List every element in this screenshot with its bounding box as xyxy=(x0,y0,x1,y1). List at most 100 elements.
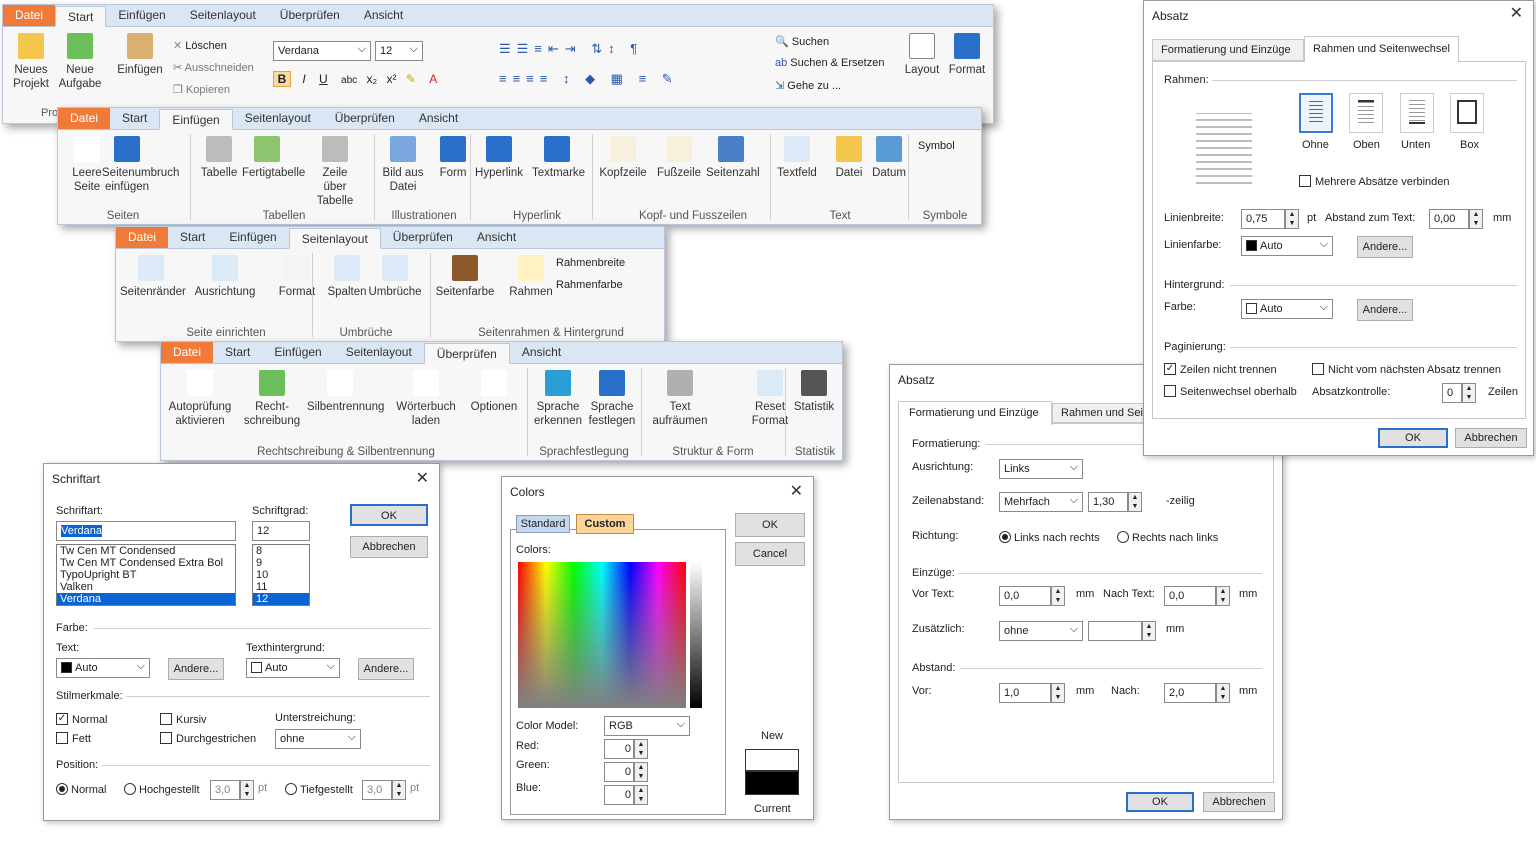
underline-select[interactable]: ohne xyxy=(275,728,361,749)
font-name-input[interactable]: Verdana xyxy=(56,521,236,541)
ribbon-button-7[interactable]: Text aufräumen xyxy=(647,370,713,428)
underline-icon[interactable]: U xyxy=(319,72,328,86)
ribbon-button-4[interactable]: Umbrüche xyxy=(364,255,426,299)
line-color-select[interactable]: Auto xyxy=(1241,235,1333,256)
merge-paragraphs-checkbox[interactable] xyxy=(1299,175,1311,187)
ltr-radio[interactable] xyxy=(999,531,1011,543)
tab-formatierung[interactable]: Formatierung und Einzüge xyxy=(1152,39,1304,61)
tab-ansicht[interactable]: Ansicht xyxy=(407,108,470,129)
green-input[interactable]: 0 xyxy=(604,762,634,782)
tab-start[interactable]: Start xyxy=(110,108,159,129)
hochgestellt-input[interactable]: 3,0 xyxy=(210,780,240,800)
tab-formatierung[interactable]: Formatierung und Einzüge xyxy=(898,401,1052,425)
line-spacing-select[interactable]: Mehrfach xyxy=(999,491,1083,512)
space-before-input[interactable]: 1,0 xyxy=(999,683,1051,703)
background-color-more-button[interactable]: Andere... xyxy=(1357,299,1413,321)
hochgestellt-radio[interactable] xyxy=(124,783,136,795)
tab-datei[interactable]: Datei xyxy=(3,5,56,26)
line-spacing-input[interactable]: 1,30 xyxy=(1088,492,1128,512)
ribbon-button-0[interactable]: Autoprüfung aktivieren xyxy=(167,370,233,428)
layout-button[interactable]: Layout xyxy=(901,33,943,77)
list-item[interactable]: Tw Cen MT Condensed xyxy=(57,545,235,557)
format-button[interactable]: Format xyxy=(945,33,989,77)
superscript-icon[interactable]: x² xyxy=(387,72,397,86)
line-width-spinner[interactable]: ▲ ▼ xyxy=(1285,209,1299,229)
ribbon-button-14[interactable]: Datum xyxy=(864,136,914,180)
font-size-list[interactable]: 8 9 10 11 12 xyxy=(252,544,310,606)
tab-datei[interactable]: Datei xyxy=(161,342,214,363)
color-spectrum[interactable] xyxy=(518,562,686,708)
ribbon-button-1[interactable]: Recht- schreibung xyxy=(239,370,305,428)
ribbon-button-5[interactable]: Seitenfarbe xyxy=(434,255,496,299)
font-list[interactable]: Tw Cen MT Condensed Tw Cen MT Condensed … xyxy=(56,544,236,606)
font-family-select[interactable]: Verdana xyxy=(273,40,371,61)
close-icon[interactable]: ✕ xyxy=(1510,3,1523,23)
tab-ansicht[interactable]: Ansicht xyxy=(465,227,528,248)
luminance-slider[interactable] xyxy=(690,562,702,708)
ok-button[interactable]: OK xyxy=(1378,428,1448,448)
normal-position-radio[interactable] xyxy=(56,783,68,795)
indent-after-spinner[interactable]: ▲ ▼ xyxy=(1216,586,1230,606)
cancel-button[interactable]: Abbrechen xyxy=(350,536,428,558)
ribbon-button-9[interactable]: Kopfzeile xyxy=(598,136,648,180)
line-spacing-spinner[interactable]: ▲ ▼ xyxy=(1128,492,1142,512)
tab-ansicht[interactable]: Ansicht xyxy=(352,5,415,26)
background-color-select[interactable]: Auto xyxy=(1241,298,1333,319)
paste-button[interactable]: Einfügen xyxy=(115,33,165,77)
list-item-selected[interactable]: Verdana xyxy=(57,593,235,605)
close-icon[interactable]: ✕ xyxy=(416,468,429,488)
tab-ueberpruefen[interactable]: Überprüfen xyxy=(323,108,407,129)
tab-seitenlayout[interactable]: Seitenlayout xyxy=(178,5,268,26)
keep-with-next-checkbox[interactable] xyxy=(1312,363,1324,375)
tab-einfuegen[interactable]: Einfügen xyxy=(106,5,177,26)
ribbon-button-12[interactable]: Textfeld xyxy=(772,136,822,180)
font-size-select[interactable]: 12 xyxy=(375,40,423,61)
list-item[interactable]: TypoUpright BT xyxy=(57,569,235,581)
background-color-select[interactable]: Auto xyxy=(246,657,340,678)
text-distance-input[interactable]: 0,00 xyxy=(1429,209,1469,229)
tab-ueberpruefen[interactable]: Überprüfen xyxy=(268,5,352,26)
goto-button[interactable]: ⇲ Gehe zu ... xyxy=(775,79,841,92)
border-oben-button[interactable] xyxy=(1349,93,1383,133)
indent-before-input[interactable]: 0,0 xyxy=(999,586,1051,606)
copy-button[interactable]: ❐ Kopieren xyxy=(173,83,230,96)
blue-input[interactable]: 0 xyxy=(604,785,634,805)
tab-seitenlayout[interactable]: Seitenlayout xyxy=(288,228,381,249)
tab-start[interactable]: Start xyxy=(168,227,217,248)
text-distance-spinner[interactable]: ▲ ▼ xyxy=(1469,209,1483,229)
ribbon-button-2[interactable]: Silbentrennung xyxy=(307,370,384,414)
ribbon-button-9[interactable]: Statistik xyxy=(781,370,847,414)
line-width-input[interactable]: 0,75 xyxy=(1241,209,1285,229)
tab-einfuegen[interactable]: Einfügen xyxy=(262,342,333,363)
tab-rahmen[interactable]: Rahmen und Seitenwechsel xyxy=(1052,403,1148,423)
highlight-icon[interactable]: ✎ xyxy=(406,72,416,86)
red-input[interactable]: 0 xyxy=(604,739,634,759)
list-item[interactable]: 11 xyxy=(253,581,309,593)
ribbon-button-4[interactable]: Optionen xyxy=(461,370,527,414)
strikethrough-icon[interactable]: abc xyxy=(341,75,357,86)
tiefgestellt-radio[interactable] xyxy=(285,783,297,795)
tab-ueberpruefen[interactable]: Überprüfen xyxy=(423,343,510,364)
background-color-more-button[interactable]: Andere... xyxy=(358,658,414,680)
ribbon-button-1[interactable]: Seitenumbruch einfügen xyxy=(102,136,179,194)
tab-ansicht[interactable]: Ansicht xyxy=(510,342,573,363)
space-after-spinner[interactable]: ▲ ▼ xyxy=(1216,683,1230,703)
symbol-button[interactable]: Symbol xyxy=(918,140,955,152)
cancel-button[interactable]: Abbrechen xyxy=(1455,428,1527,448)
italic-icon[interactable]: I xyxy=(302,72,305,86)
tab-einfuegen[interactable]: Einfügen xyxy=(217,227,288,248)
rtl-radio[interactable] xyxy=(1117,531,1129,543)
rahmenbreite-button[interactable]: Rahmenbreite xyxy=(556,257,625,269)
border-ohne-button[interactable] xyxy=(1299,93,1333,133)
indent-after-input[interactable]: 0,0 xyxy=(1164,586,1216,606)
neue-aufgabe-button[interactable]: Neue Aufgabe xyxy=(57,33,103,91)
special-indent-input[interactable] xyxy=(1088,621,1142,641)
tab-standard[interactable]: Standard xyxy=(516,515,570,533)
font-size-input[interactable]: 12 xyxy=(252,521,310,541)
ribbon-button-0[interactable]: Seitenränder xyxy=(120,255,186,299)
list-item-selected[interactable]: 12 xyxy=(253,593,309,605)
widow-control-spinner[interactable]: ▲ ▼ xyxy=(1462,383,1476,403)
tab-rahmen[interactable]: Rahmen und Seitenwechsel xyxy=(1304,36,1459,62)
durchgestrichen-checkbox[interactable] xyxy=(160,732,172,744)
fett-checkbox[interactable] xyxy=(56,732,68,744)
